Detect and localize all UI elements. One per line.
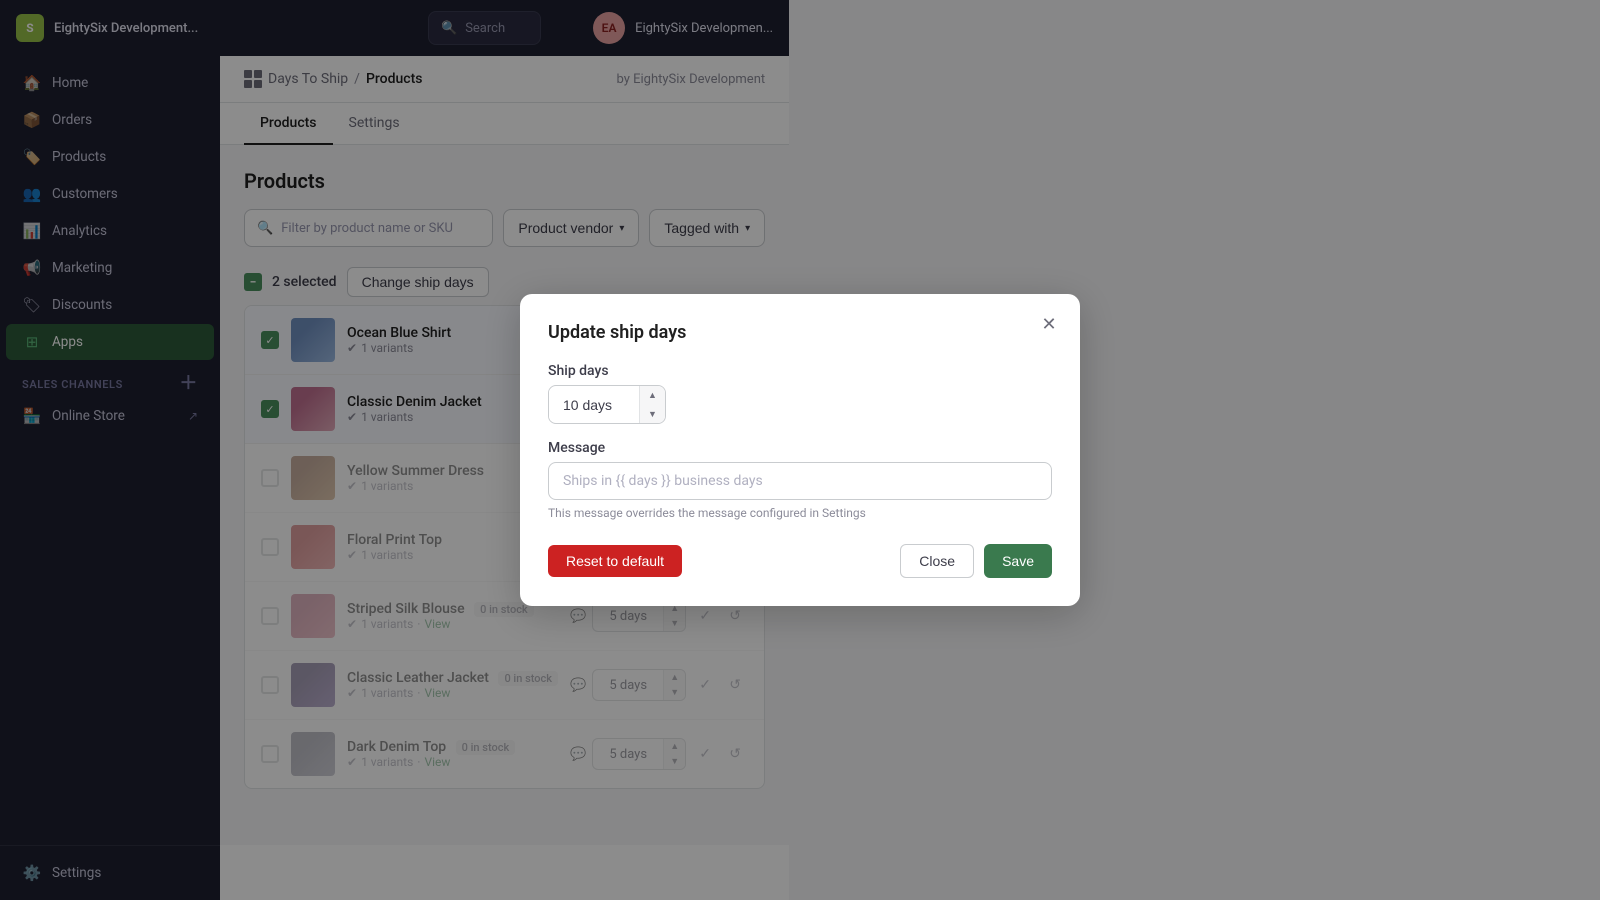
message-hint: This message overrides the message confi… bbox=[548, 506, 1052, 520]
modal-title: Update ship days bbox=[548, 322, 1052, 343]
modal-footer: Reset to default Close Save bbox=[548, 544, 1052, 578]
save-button[interactable]: Save bbox=[984, 544, 1052, 578]
close-button[interactable]: Close bbox=[900, 544, 974, 578]
message-field: Message This message overrides the messa… bbox=[548, 440, 1052, 520]
message-label: Message bbox=[548, 440, 1052, 456]
reset-to-default-button[interactable]: Reset to default bbox=[548, 545, 682, 577]
update-ship-days-modal: Update ship days ✕ Ship days ▲ ▼ Message… bbox=[520, 294, 1080, 607]
message-input[interactable] bbox=[548, 462, 1052, 500]
ship-days-input-wrap: ▲ ▼ bbox=[548, 385, 666, 425]
modal-close-button[interactable]: ✕ bbox=[1034, 310, 1064, 340]
ship-days-up[interactable]: ▲ bbox=[640, 386, 665, 405]
modal-footer-right: Close Save bbox=[900, 544, 1052, 578]
ship-days-field: Ship days ▲ ▼ bbox=[548, 363, 1052, 425]
ship-days-spinners: ▲ ▼ bbox=[639, 386, 665, 424]
modal-overlay[interactable]: Update ship days ✕ Ship days ▲ ▼ Message… bbox=[0, 0, 1600, 900]
ship-days-label: Ship days bbox=[548, 363, 1052, 379]
ship-days-input[interactable] bbox=[549, 389, 639, 421]
ship-days-down[interactable]: ▼ bbox=[640, 405, 665, 424]
